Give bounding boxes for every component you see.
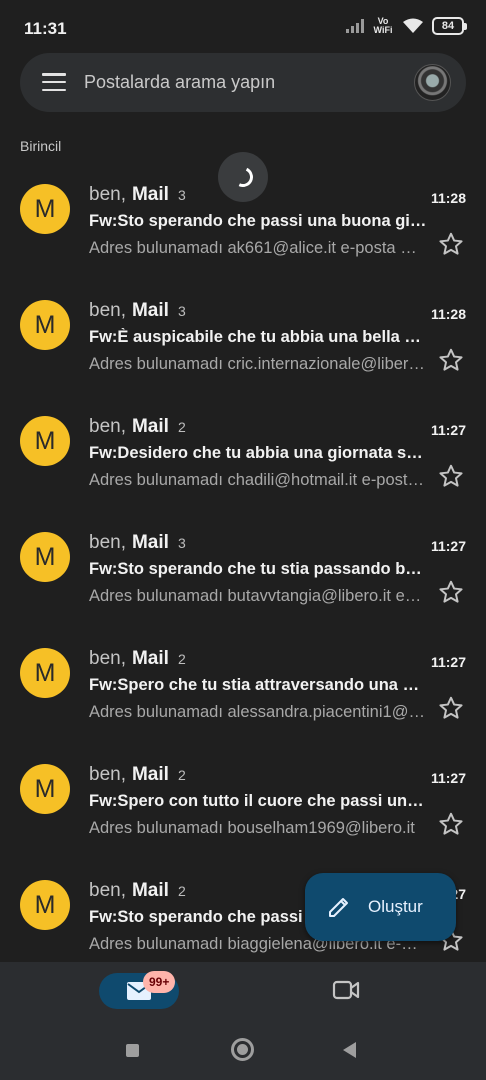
sender-name: Mail	[131, 184, 169, 205]
mail-subject: Fw:È auspicabile che tu abbia una bella …	[89, 328, 429, 346]
sender-row: ben, Mail 3	[89, 300, 186, 322]
mail-subject: Fw:Sto sperando che passi una buona gior…	[89, 212, 429, 230]
sender-row: ben, Mail 3	[89, 532, 186, 554]
mail-subject: Fw:Sto sperando che tu stia passando ben…	[89, 560, 429, 578]
list-item[interactable]: M ben, Mail 2 11:27 Fw:Spero con tutto i…	[0, 744, 486, 860]
mail-subject: Fw:Spero con tutto il cuore che passi un…	[89, 792, 429, 810]
sender-avatar[interactable]: M	[20, 880, 70, 930]
sender-name: Mail	[131, 880, 169, 901]
mail-snippet: Adres bulunamadı ak661@alice.it e-posta …	[89, 239, 425, 257]
account-avatar[interactable]	[414, 64, 451, 101]
thread-count: 3	[177, 535, 186, 551]
list-item[interactable]: M ben, Mail 3 11:27 Fw:Sto sperando che …	[0, 512, 486, 628]
thread-count: 3	[177, 187, 186, 203]
vowifi-label: Vo WiFi	[373, 16, 393, 35]
back-icon[interactable]	[343, 1042, 356, 1058]
status-icons: Vo WiFi 84	[346, 16, 467, 35]
sender-avatar[interactable]: M	[20, 532, 70, 582]
sender-name: Mail	[131, 764, 169, 785]
sender-me: ben,	[89, 416, 126, 437]
sender-row: ben, Mail 2	[89, 764, 186, 786]
sender-avatar[interactable]: M	[20, 184, 70, 234]
sender-row: ben, Mail 2	[89, 648, 186, 670]
mail-subject: Fw:Spero che tu stia attraversando una b…	[89, 676, 429, 694]
pencil-icon	[329, 898, 348, 917]
mail-snippet: Adres bulunamadı alessandra.piacentini1@…	[89, 703, 425, 721]
wifi-icon	[403, 18, 423, 33]
thread-count: 3	[177, 303, 186, 319]
thread-count: 2	[177, 651, 186, 667]
sender-me: ben,	[89, 764, 126, 785]
search-bar[interactable]: Postalarda arama yapın	[20, 53, 466, 112]
status-time: 11:31	[24, 19, 67, 38]
section-label: Birincil	[20, 138, 62, 154]
home-icon[interactable]	[231, 1038, 254, 1061]
video-icon[interactable]	[332, 979, 360, 1001]
sender-me: ben,	[89, 300, 126, 321]
sender-me: ben,	[89, 648, 126, 669]
list-item[interactable]: M ben, Mail 2 11:27 Fw:Spero che tu stia…	[0, 628, 486, 744]
system-navigation	[0, 1018, 486, 1080]
star-icon[interactable]	[438, 811, 464, 837]
battery-indicator: 84	[432, 17, 467, 35]
mail-time: 11:27	[430, 422, 466, 438]
star-icon[interactable]	[438, 579, 464, 605]
thread-count: 2	[177, 419, 186, 435]
recents-icon[interactable]	[126, 1044, 139, 1057]
sender-row: ben, Mail 3	[89, 184, 186, 206]
compose-button[interactable]: Oluştur	[305, 873, 456, 941]
star-icon[interactable]	[438, 231, 464, 257]
search-input[interactable]: Postalarda arama yapın	[84, 72, 275, 93]
sender-row: ben, Mail 2	[89, 416, 186, 438]
compose-label: Oluştur	[368, 897, 423, 916]
sender-name: Mail	[131, 300, 169, 321]
unread-badge: 99+	[143, 971, 176, 993]
star-icon[interactable]	[438, 347, 464, 373]
list-item[interactable]: M ben, Mail 2 11:27 Fw:Desidero che tu a…	[0, 396, 486, 512]
thread-count: 2	[177, 767, 186, 783]
mail-time: 11:28	[430, 190, 466, 206]
mail-time: 11:27	[430, 538, 466, 554]
sender-me: ben,	[89, 880, 126, 901]
sender-name: Mail	[131, 532, 169, 553]
star-icon[interactable]	[438, 463, 464, 489]
sender-name: Mail	[131, 416, 169, 437]
mail-time: 11:27	[430, 770, 466, 786]
mail-subject: Fw:Desidero che tu abbia una giornata se…	[89, 444, 429, 462]
mail-snippet: Adres bulunamadı butavvtangia@libero.it …	[89, 587, 425, 605]
mail-list: M ben, Mail 3 11:28 Fw:Sto sperando che …	[0, 164, 486, 976]
sender-name: Mail	[131, 648, 169, 669]
menu-icon[interactable]	[42, 72, 66, 92]
sender-me: ben,	[89, 532, 126, 553]
sender-avatar[interactable]: M	[20, 300, 70, 350]
loading-spinner	[218, 152, 268, 202]
status-bar: 11:31 Vo WiFi 84	[0, 0, 486, 52]
signal-icon	[346, 19, 364, 33]
mail-time: 11:28	[430, 306, 466, 322]
mail-snippet: Adres bulunamadı cric.internazionale@lib…	[89, 355, 425, 373]
star-icon[interactable]	[438, 695, 464, 721]
mail-snippet: Adres bulunamadı bouselham1969@libero.it	[89, 819, 415, 837]
list-item[interactable]: M ben, Mail 3 11:28 Fw:È auspicabile che…	[0, 280, 486, 396]
thread-count: 2	[177, 883, 186, 899]
mail-time: 11:27	[430, 654, 466, 670]
bottom-nav: 99+	[0, 962, 486, 1018]
sender-avatar[interactable]: M	[20, 416, 70, 466]
sender-row: ben, Mail 2	[89, 880, 186, 902]
mail-snippet: Adres bulunamadı chadili@hotmail.it e-po…	[89, 471, 425, 489]
sender-avatar[interactable]: M	[20, 764, 70, 814]
sender-avatar[interactable]: M	[20, 648, 70, 698]
sender-me: ben,	[89, 184, 126, 205]
